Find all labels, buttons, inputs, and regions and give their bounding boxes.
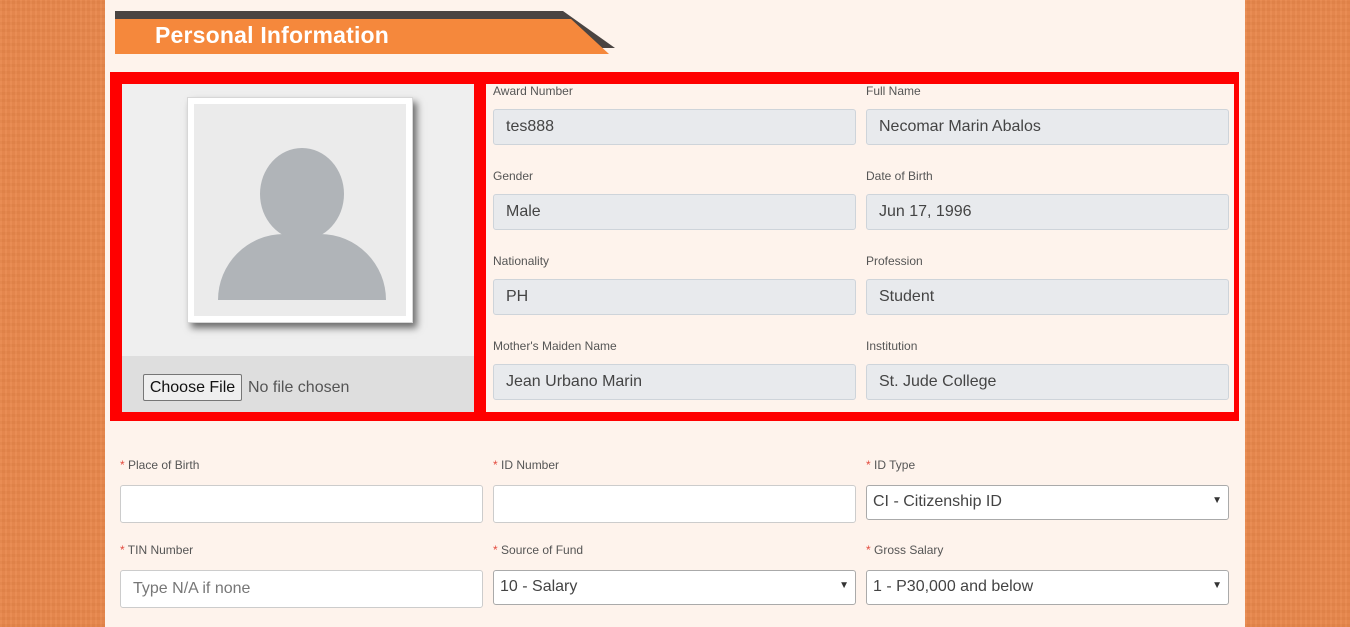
date-of-birth-value: Jun 17, 1996: [866, 194, 1229, 230]
institution-label: Institution: [866, 339, 918, 353]
gross-salary-label: * Gross Salary: [866, 543, 944, 557]
id-type-label: * ID Type: [866, 458, 916, 472]
mothers-maiden-name-value: Jean Urbano Marin: [493, 364, 856, 400]
institution-field: Institution St. Jude College: [866, 339, 1229, 400]
file-status-text: No file chosen: [248, 379, 350, 396]
nationality-label: Nationality: [493, 254, 550, 268]
tin-number-input[interactable]: [120, 570, 483, 608]
profession-value: Student: [866, 279, 1229, 315]
award-number-field: Award Number tes888: [493, 84, 856, 145]
place-of-birth-field: * Place of Birth: [120, 458, 483, 523]
required-marker: *: [120, 458, 125, 472]
section-title: Personal Information: [155, 22, 390, 48]
profession-label: Profession: [866, 254, 923, 268]
section-header: Personal Information: [115, 11, 615, 55]
gender-value: Male: [493, 194, 856, 230]
photo-panel: Choose File No file chosen: [122, 84, 474, 412]
avatar-head: [260, 148, 344, 240]
required-marker: *: [493, 543, 498, 557]
mothers-maiden-name-label: Mother's Maiden Name: [493, 339, 617, 353]
required-marker: *: [120, 543, 125, 557]
full-name-label: Full Name: [866, 84, 921, 98]
award-number-value: tes888: [493, 109, 856, 145]
nationality-field: Nationality PH: [493, 254, 856, 315]
chevron-down-icon: ▼: [839, 580, 849, 591]
required-marker: *: [866, 458, 871, 472]
gross-salary-select[interactable]: 1 - P30,000 and below ▼: [866, 570, 1229, 605]
mothers-maiden-name-field: Mother's Maiden Name Jean Urbano Marin: [493, 339, 856, 400]
date-of-birth-field: Date of Birth Jun 17, 1996: [866, 169, 1229, 230]
page-container: Personal Information Choose File No file…: [105, 0, 1245, 627]
choose-file-button[interactable]: Choose File: [143, 374, 242, 401]
avatar-body: [218, 234, 386, 300]
place-of-birth-label: * Place of Birth: [120, 458, 200, 472]
source-of-fund-select[interactable]: 10 - Salary ▼: [493, 570, 856, 605]
full-name-field: Full Name Necomar Marin Abalos: [866, 84, 1229, 145]
profession-field: Profession Student: [866, 254, 1229, 315]
id-type-selected-value: CI - Citizenship ID: [873, 493, 1002, 510]
chevron-down-icon: ▼: [1212, 495, 1222, 506]
full-name-value: Necomar Marin Abalos: [866, 109, 1229, 145]
chevron-down-icon: ▼: [1212, 580, 1222, 591]
gender-field: Gender Male: [493, 169, 856, 230]
award-info-panel: Award Number tes888 Full Name Necomar Ma…: [486, 84, 1234, 412]
nationality-value: PH: [493, 279, 856, 315]
required-marker: *: [493, 458, 498, 472]
required-marker: *: [866, 543, 871, 557]
award-number-label: Award Number: [493, 84, 573, 98]
id-type-select[interactable]: CI - Citizenship ID ▼: [866, 485, 1229, 520]
institution-value: St. Jude College: [866, 364, 1229, 400]
id-number-field: * ID Number: [493, 458, 856, 523]
id-number-input[interactable]: [493, 485, 856, 523]
photo-frame: [187, 97, 413, 323]
id-type-field: * ID Type CI - Citizenship ID ▼: [866, 458, 1229, 520]
id-number-label: * ID Number: [493, 458, 560, 472]
source-of-fund-label: * Source of Fund: [493, 543, 584, 557]
gross-salary-selected-value: 1 - P30,000 and below: [873, 578, 1034, 595]
place-of-birth-input[interactable]: [120, 485, 483, 523]
tin-number-field: * TIN Number: [120, 543, 483, 608]
source-of-fund-field: * Source of Fund 10 - Salary ▼: [493, 543, 856, 605]
avatar-placeholder-icon: [194, 104, 406, 316]
gender-label: Gender: [493, 169, 534, 183]
date-of-birth-label: Date of Birth: [866, 169, 933, 183]
gross-salary-field: * Gross Salary 1 - P30,000 and below ▼: [866, 543, 1229, 605]
source-of-fund-selected-value: 10 - Salary: [500, 578, 578, 595]
tin-number-label: * TIN Number: [120, 543, 194, 557]
file-upload-area: Choose File No file chosen: [122, 356, 474, 412]
